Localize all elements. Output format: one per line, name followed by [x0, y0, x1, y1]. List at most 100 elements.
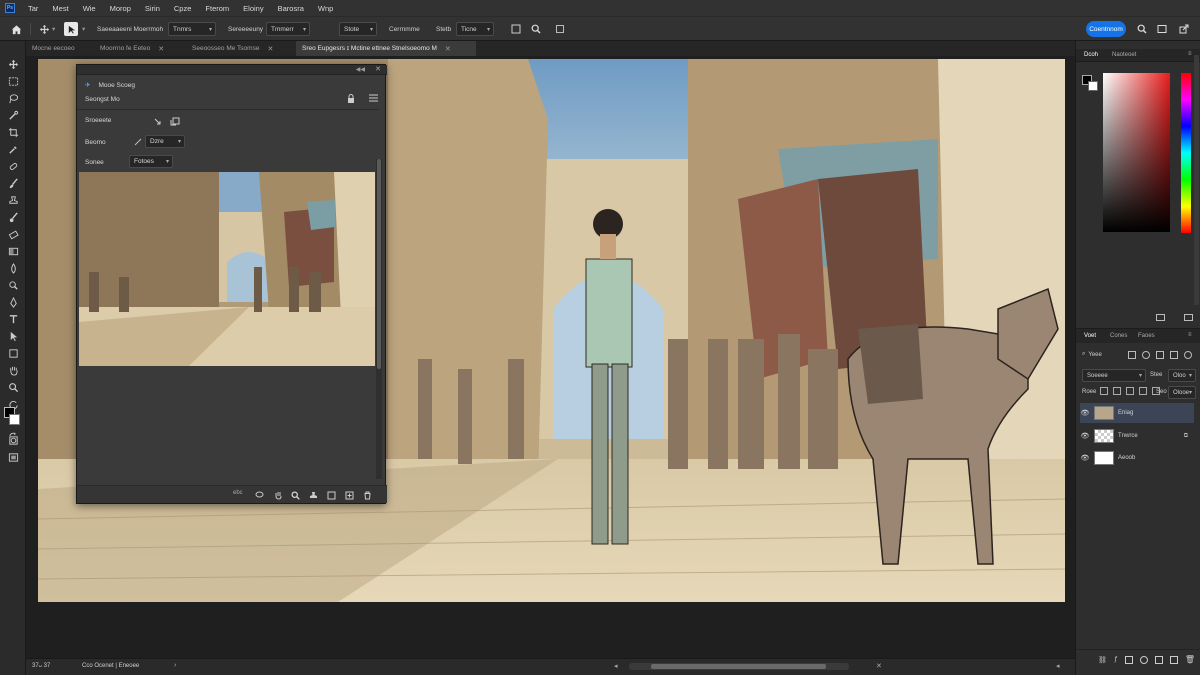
settings-icon[interactable]: [552, 21, 568, 37]
menu-item-view[interactable]: Barosra: [271, 4, 311, 13]
zoom-icon[interactable]: [5, 380, 21, 394]
blur-icon[interactable]: [5, 261, 21, 275]
move-icon[interactable]: [5, 57, 21, 71]
layer-style-icon[interactable]: ⧉: [1184, 433, 1188, 440]
transform-dropdown[interactable]: Tmmerr: [266, 22, 310, 36]
crop-icon[interactable]: [5, 125, 21, 139]
link-layers-icon[interactable]: ⛓: [1098, 656, 1107, 664]
tab-layers[interactable]: Voet: [1084, 333, 1096, 339]
tab-swatches[interactable]: Naoteoet: [1112, 52, 1136, 58]
dodge-icon[interactable]: [5, 278, 21, 292]
lasso-small-icon[interactable]: [253, 489, 265, 501]
layers-menu-icon[interactable]: ≡: [1188, 332, 1192, 338]
layer-row[interactable]: 👁 Eniag: [1080, 403, 1194, 423]
menu-item-window[interactable]: Wnp: [311, 4, 340, 13]
tab-document-2[interactable]: Moorrno fe Eeteo ✕: [94, 41, 186, 56]
auto-select-icon[interactable]: [64, 22, 78, 36]
share-button[interactable]: Coentnnom: [1086, 21, 1126, 37]
layer-row[interactable]: 👁 Aeoob: [1080, 448, 1194, 468]
search-icon-top[interactable]: [1134, 21, 1150, 37]
quick-select-icon[interactable]: [5, 108, 21, 122]
view-icon[interactable]: [508, 21, 524, 37]
share-doc-icon[interactable]: [1176, 21, 1192, 37]
lock-transparent-icon[interactable]: [1100, 387, 1108, 395]
fx-icon[interactable]: ƒ: [1114, 656, 1118, 663]
color-field[interactable]: [1103, 73, 1170, 232]
trash-small-icon[interactable]: [361, 489, 373, 501]
tab-document-1[interactable]: Mocne eecoeo: [26, 41, 94, 56]
zoom-small-icon[interactable]: [289, 489, 301, 501]
tab-paths[interactable]: Faoes: [1138, 333, 1155, 339]
mode-dropdown[interactable]: Ticne: [456, 22, 494, 36]
stamp-small-icon[interactable]: [307, 489, 319, 501]
horizontal-scrollbar[interactable]: [629, 663, 849, 670]
layer-filter[interactable]: ⌕ Yeee: [1082, 351, 1102, 358]
color-panel-expand-icon[interactable]: [1184, 314, 1194, 322]
search-icon[interactable]: [528, 21, 544, 37]
eyedropper-icon[interactable]: [5, 142, 21, 156]
close-icon[interactable]: ✕: [445, 45, 451, 53]
background-color-swatch[interactable]: [9, 414, 20, 425]
filter-shape-icon[interactable]: [1170, 351, 1178, 359]
mask-small-icon[interactable]: [325, 489, 337, 501]
horizontal-scrollbar-thumb[interactable]: [651, 664, 826, 669]
clone-stamp-icon[interactable]: [5, 193, 21, 207]
new-layer-icon[interactable]: [1169, 655, 1178, 664]
menu-item-select[interactable]: Cpze: [167, 4, 199, 13]
menu-item-filter[interactable]: Fterom: [198, 4, 236, 13]
gradient-icon[interactable]: [5, 244, 21, 258]
auto-select-chevron-icon[interactable]: ▾: [82, 22, 85, 36]
chevron-right-icon[interactable]: ›: [174, 662, 176, 669]
tool-preset-chevron-icon[interactable]: ▾: [52, 22, 55, 36]
scroll-left-icon[interactable]: ◂: [614, 662, 618, 670]
layer-row[interactable]: 👁 Tnwrce ⧉: [1080, 426, 1194, 446]
hand-icon[interactable]: [5, 363, 21, 377]
link-icon[interactable]: [132, 136, 144, 148]
visibility-eye-icon[interactable]: 👁: [1080, 454, 1090, 462]
panel-scrollbar[interactable]: [376, 159, 382, 479]
visibility-eye-icon[interactable]: 👁: [1080, 432, 1090, 440]
align-dropdown[interactable]: Stote: [339, 22, 377, 36]
hue-slider[interactable]: [1181, 73, 1191, 233]
panel-drag-bar[interactable]: ◀◀ ✕: [77, 65, 387, 75]
zoom-level[interactable]: 37ᴗ 37: [32, 663, 50, 669]
panel-row-3-dropdown[interactable]: Fotoes: [129, 155, 173, 168]
pen-icon[interactable]: [5, 295, 21, 309]
lock-icon[interactable]: [345, 92, 357, 104]
close-icon[interactable]: ✕: [158, 45, 164, 53]
lock-position-icon[interactable]: [1126, 387, 1134, 395]
layer-name[interactable]: Aeoob: [1118, 455, 1135, 461]
marquee-icon[interactable]: [5, 74, 21, 88]
close-icon[interactable]: ✕: [375, 65, 381, 73]
hand-small-icon[interactable]: [272, 489, 284, 501]
delete-layer-icon[interactable]: 🗑: [1185, 655, 1195, 664]
tab-color[interactable]: Dcoh: [1084, 52, 1098, 58]
color-panel-collapse-icon[interactable]: [1156, 314, 1166, 322]
app-logo[interactable]: Ps: [5, 3, 15, 13]
menu-item-image[interactable]: Wie: [76, 4, 103, 13]
scroll-right-icon[interactable]: ✕: [876, 662, 882, 670]
document-info[interactable]: Cco Ocenet | Eneoee: [82, 663, 139, 669]
copy-icon[interactable]: [169, 115, 181, 127]
eraser-icon[interactable]: [5, 227, 21, 241]
add-mask-icon[interactable]: [1124, 655, 1133, 664]
collapse-icon[interactable]: ◀◀: [356, 66, 365, 73]
filter-pixel-icon[interactable]: [1128, 351, 1136, 359]
menu-item-file[interactable]: Tar: [21, 4, 45, 13]
blend-mode-dropdown[interactable]: Soeeee: [1082, 369, 1146, 382]
quick-mask-icon[interactable]: [5, 433, 21, 447]
screen-mode-icon[interactable]: [5, 450, 21, 464]
lock-artboard-icon[interactable]: [1139, 387, 1147, 395]
move-tool-icon[interactable]: [36, 21, 52, 37]
workspace-icon[interactable]: [1154, 21, 1170, 37]
home-icon[interactable]: [8, 21, 24, 37]
menu-icon[interactable]: [367, 92, 379, 104]
menu-item-edit[interactable]: Mest: [45, 4, 75, 13]
layer-name[interactable]: Tnwrce: [1118, 433, 1138, 439]
scrollbar-thumb[interactable]: [377, 159, 381, 369]
lock-pixels-icon[interactable]: [1113, 387, 1121, 395]
type-icon[interactable]: [5, 312, 21, 326]
menu-item-3d[interactable]: Eloiny: [236, 4, 270, 13]
layer-name[interactable]: Eniag: [1118, 410, 1133, 416]
new-group-icon[interactable]: [1154, 655, 1163, 664]
